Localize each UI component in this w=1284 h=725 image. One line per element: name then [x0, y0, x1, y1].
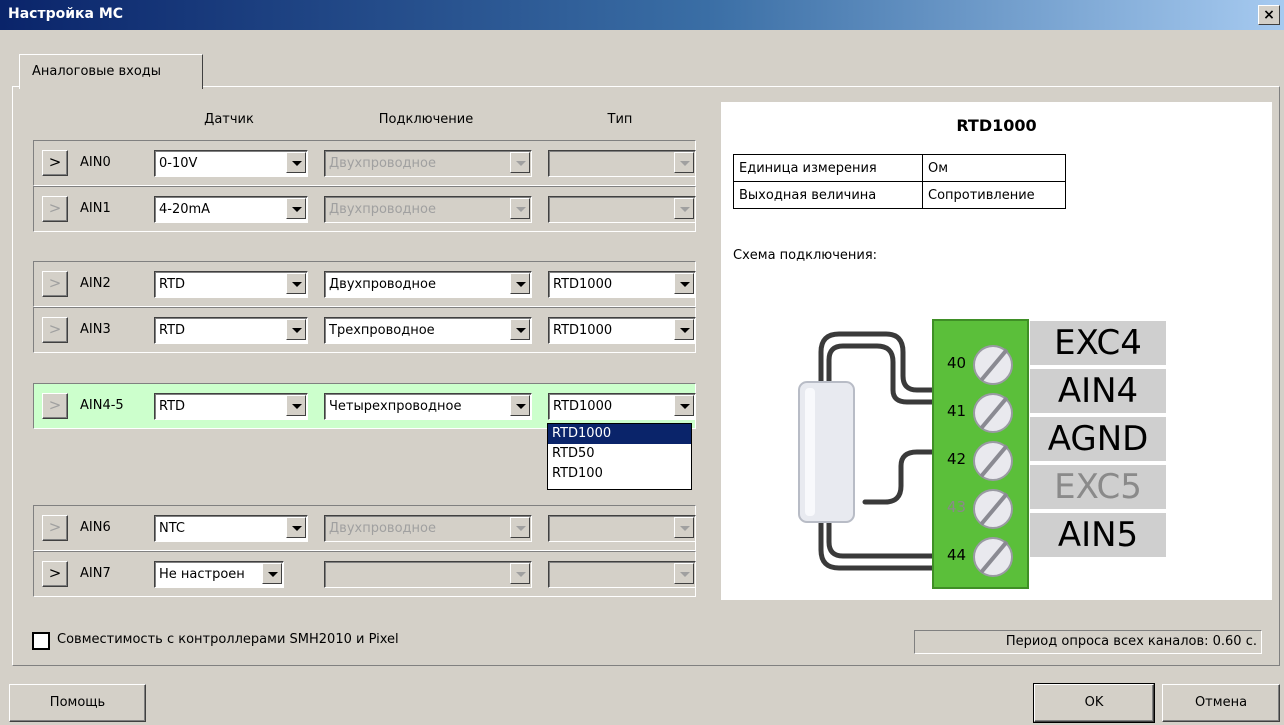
- terminal-label: AGND: [1029, 416, 1167, 462]
- screw-icon: [973, 489, 1013, 529]
- dropdown-option[interactable]: RTD100: [548, 464, 691, 484]
- header-connection: Подключение: [378, 112, 474, 127]
- terminal-pin: 42: [947, 450, 967, 468]
- window-title: Настройка МС: [8, 6, 124, 22]
- sensor-select[interactable]: RTD: [154, 271, 308, 298]
- tab-label: Аналоговые входы: [32, 64, 162, 79]
- dropdown-option[interactable]: RTD1000: [548, 424, 691, 444]
- compat-label[interactable]: Совместимость с контроллерами SMH2010 и …: [57, 632, 399, 647]
- channel-name: AIN7: [80, 566, 111, 581]
- chevron-down-icon: [510, 152, 530, 173]
- chevron-down-icon[interactable]: [674, 395, 694, 416]
- screw-icon: [973, 441, 1013, 481]
- channel-name: AIN2: [80, 276, 111, 291]
- chevron-down-icon: [674, 152, 694, 173]
- type-dropdown-list: RTD1000 RTD50 RTD100: [547, 423, 692, 490]
- connection-select: Двухпроводное: [324, 150, 532, 177]
- chevron-down-icon[interactable]: [286, 152, 306, 173]
- channel-details-button: >: [42, 271, 68, 297]
- chevron-down-icon[interactable]: [286, 395, 306, 416]
- chevron-down-icon: [674, 563, 694, 584]
- channel-row-ain7: > AIN7 Не настроен: [33, 551, 696, 597]
- type-select: [548, 196, 696, 223]
- terminal-pin: 40: [947, 354, 967, 372]
- channel-details-button[interactable]: >: [42, 150, 68, 176]
- chevron-down-icon[interactable]: [286, 319, 306, 340]
- sensor-select[interactable]: RTD: [154, 317, 308, 344]
- channel-row-ain2: > AIN2 RTD Двухпроводное RTD1000: [33, 261, 696, 307]
- type-select[interactable]: RTD1000: [548, 271, 696, 298]
- status-text: Период опроса всех каналов: 0.60 с.: [1005, 634, 1257, 649]
- dropdown-option[interactable]: RTD50: [548, 444, 691, 464]
- channel-name: AIN4-5: [80, 398, 124, 413]
- channel-row-ain1: > AIN1 4-20mA Двухпроводное: [33, 186, 696, 232]
- connection-select[interactable]: Трехпроводное: [324, 317, 532, 344]
- chevron-down-icon[interactable]: [262, 563, 282, 584]
- type-select[interactable]: RTD1000: [548, 393, 696, 420]
- header-sensor: Датчик: [204, 112, 254, 127]
- title-bar: Настройка МС ×: [0, 0, 1284, 30]
- chevron-down-icon[interactable]: [510, 395, 530, 416]
- connection-select[interactable]: Двухпроводное: [324, 271, 532, 298]
- chevron-down-icon[interactable]: [510, 319, 530, 340]
- channel-details-button: >: [42, 393, 68, 419]
- chevron-down-icon[interactable]: [286, 273, 306, 294]
- chevron-down-icon[interactable]: [510, 273, 530, 294]
- terminal-label: AIN5: [1029, 512, 1167, 558]
- screw-icon: [973, 537, 1013, 577]
- connection-select: [324, 561, 532, 588]
- channel-row-ain3: > AIN3 RTD Трехпроводное RTD1000: [33, 307, 696, 353]
- channel-name: AIN0: [80, 155, 111, 170]
- terminal-label: EXC4: [1029, 320, 1167, 366]
- channel-name: AIN1: [80, 201, 111, 216]
- type-select[interactable]: RTD1000: [548, 317, 696, 344]
- chevron-down-icon: [510, 198, 530, 219]
- sensor-select[interactable]: NTC: [154, 515, 308, 542]
- chevron-down-icon: [510, 563, 530, 584]
- screw-icon: [973, 345, 1013, 385]
- compat-checkbox[interactable]: [32, 632, 50, 650]
- terminal-pin: 43: [947, 498, 967, 516]
- tab-analog-inputs[interactable]: Аналоговые входы: [19, 54, 203, 89]
- sensor-select[interactable]: Не настроен: [154, 561, 284, 588]
- terminal-pin: 44: [947, 546, 967, 564]
- chevron-down-icon[interactable]: [674, 273, 694, 294]
- type-select: [548, 150, 696, 177]
- connection-select[interactable]: Четырехпроводное: [324, 393, 532, 420]
- terminal-44: 44 AIN5: [945, 512, 1245, 582]
- poll-period-status: Период опроса всех каналов: 0.60 с.: [914, 630, 1262, 654]
- channel-row-ain6: > AIN6 NTC Двухпроводное: [33, 505, 696, 551]
- channel-name: AIN3: [80, 322, 111, 337]
- chevron-down-icon: [674, 198, 694, 219]
- channel-details-button: >: [42, 317, 68, 343]
- terminal-pin: 41: [947, 402, 967, 420]
- connection-select: Двухпроводное: [324, 196, 532, 223]
- sensor-select[interactable]: 4-20mA: [154, 196, 308, 223]
- channel-name: AIN6: [80, 520, 111, 535]
- channel-row-ain0: > AIN0 0-10V Двухпроводное: [33, 140, 696, 186]
- channel-details-button[interactable]: >: [42, 561, 68, 587]
- sensor-select[interactable]: RTD: [154, 393, 308, 420]
- chevron-down-icon: [674, 517, 694, 538]
- cancel-button[interactable]: Отмена: [1162, 684, 1280, 722]
- header-type: Тип: [607, 112, 633, 127]
- chevron-down-icon[interactable]: [286, 517, 306, 538]
- channel-details-button: >: [42, 196, 68, 222]
- chevron-down-icon[interactable]: [674, 319, 694, 340]
- channel-details-button: >: [42, 515, 68, 541]
- sensor-select[interactable]: 0-10V: [154, 150, 308, 177]
- type-select: [548, 561, 696, 588]
- close-button[interactable]: ×: [1258, 5, 1280, 25]
- connection-select: Двухпроводное: [324, 515, 532, 542]
- chevron-down-icon[interactable]: [286, 198, 306, 219]
- terminal-label: EXC5: [1029, 464, 1167, 510]
- ok-button[interactable]: OK: [1033, 683, 1155, 723]
- terminal-label: AIN4: [1029, 368, 1167, 414]
- sensor-info-panel: RTD1000 Единица измерения Ом Выходная ве…: [721, 102, 1272, 600]
- help-button[interactable]: Помощь: [9, 684, 146, 722]
- type-select: [548, 515, 696, 542]
- chevron-down-icon: [510, 517, 530, 538]
- screw-icon: [973, 393, 1013, 433]
